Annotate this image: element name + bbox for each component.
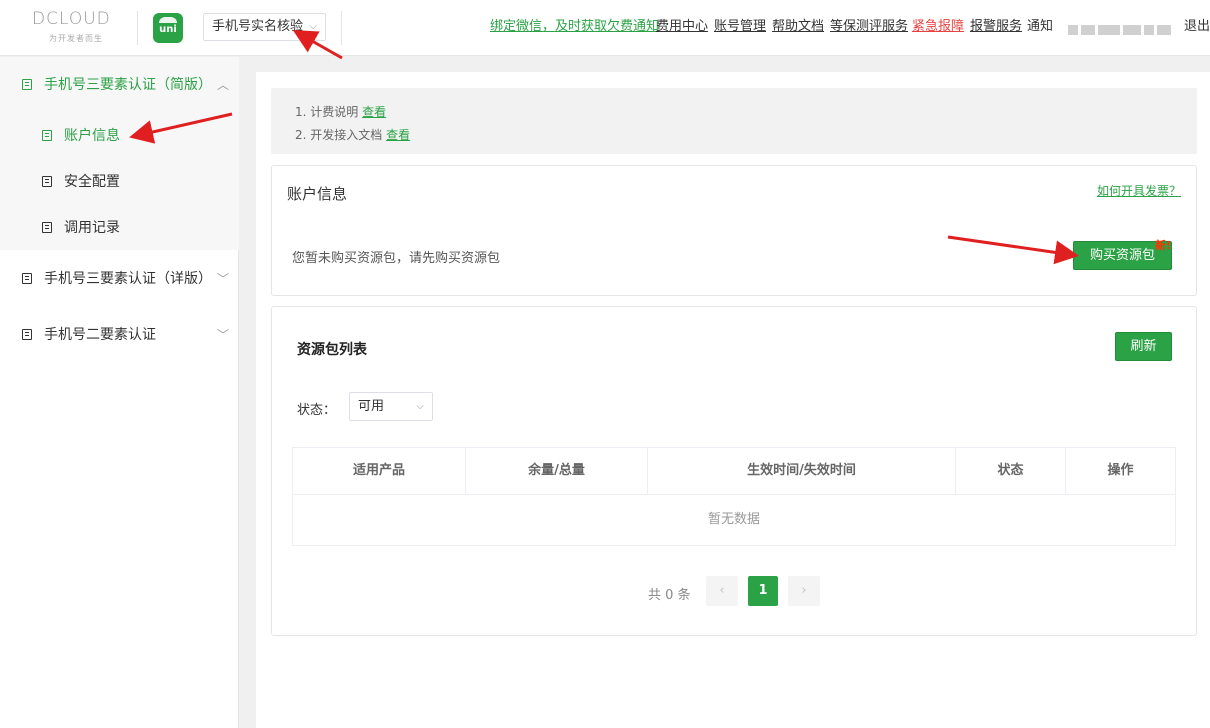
security-eval-link[interactable]: 等保测评服务 bbox=[830, 19, 908, 35]
logo-subtitle: 为开发者而生 bbox=[49, 34, 103, 43]
notice-box: 1. 计费说明 查看 2. 开发接入文档 查看 bbox=[271, 88, 1197, 154]
docs-view-link[interactable]: 查看 bbox=[386, 128, 410, 142]
sidebar: 手机号三要素认证（简版） ︿ 账户信息 安全配置 调用记录 手机号三要素认证（详… bbox=[0, 57, 239, 728]
new-badge: 新! bbox=[1154, 239, 1171, 252]
sidebar-group-label: 手机号三要素认证（详版） bbox=[44, 271, 212, 287]
document-icon bbox=[42, 130, 54, 142]
empty-table-text: 暂无数据 bbox=[707, 512, 760, 527]
status-filter-select[interactable]: 可用 ⌵ bbox=[349, 392, 433, 421]
header-divider bbox=[137, 11, 138, 45]
app-select-value: 手机号实名核验 bbox=[212, 19, 304, 34]
top-header: DCLOUD 为开发者而生 uni 手机号实名核验 ⌵ 绑定微信，及时获取欠费通… bbox=[0, 0, 1210, 56]
account-mgmt-link[interactable]: 账号管理 bbox=[714, 19, 766, 35]
page-number-button[interactable]: 1 bbox=[748, 576, 778, 606]
chevron-down-icon: ⌵ bbox=[309, 21, 317, 32]
sidebar-group-simple[interactable]: 手机号三要素认证（简版） ︿ bbox=[0, 65, 239, 105]
header-divider bbox=[341, 11, 342, 45]
pagination-total: 共 0 条 bbox=[648, 588, 691, 603]
uni-app-icon[interactable]: uni bbox=[153, 13, 183, 43]
chevron-down-icon: ﹀ bbox=[216, 328, 229, 342]
chevron-down-icon: ﹀ bbox=[216, 272, 229, 286]
package-table: 适用产品 余量/总量 生效时间/失效时间 状态 操作 暂无数据 bbox=[292, 447, 1176, 546]
app-select[interactable]: 手机号实名核验 ⌵ bbox=[203, 13, 326, 41]
package-list-card: 资源包列表 刷新 状态： 可用 ⌵ 适用产品 余量/总量 生效时间/失效时间 状… bbox=[271, 306, 1197, 636]
sidebar-group-detailed[interactable]: 手机号三要素认证（详版） ﹀ bbox=[0, 259, 239, 299]
sidebar-item-account-info[interactable]: 账户信息 bbox=[0, 116, 239, 156]
document-icon bbox=[22, 329, 34, 341]
table-header: 适用产品 余量/总量 生效时间/失效时间 状态 操作 bbox=[293, 448, 1175, 495]
dcloud-logo[interactable]: DCLOUD 为开发者而生 bbox=[32, 9, 124, 45]
document-icon bbox=[42, 176, 54, 188]
alarm-service-link[interactable]: 报警服务 bbox=[970, 19, 1022, 35]
chevron-down-icon: ⌵ bbox=[416, 401, 424, 412]
no-package-message: 您暂未购买资源包，请先购买资源包 bbox=[292, 251, 501, 266]
card-title: 资源包列表 bbox=[297, 342, 367, 358]
column-header: 适用产品 bbox=[293, 448, 466, 494]
sidebar-group-two-factor[interactable]: 手机号二要素认证 ﹀ bbox=[0, 315, 239, 355]
logo-text: DCLOUD bbox=[32, 9, 111, 29]
bind-wechat-link[interactable]: 绑定微信，及时获取欠费通知 bbox=[490, 19, 659, 35]
notice-line-docs: 2. 开发接入文档 查看 bbox=[295, 128, 411, 142]
card-title: 账户信息 bbox=[287, 185, 348, 203]
notice-link[interactable]: 通知 bbox=[1027, 19, 1053, 35]
sidebar-group-label: 手机号二要素认证 bbox=[44, 327, 156, 343]
emergency-link[interactable]: 紧急报障 bbox=[912, 19, 964, 35]
sidebar-group-label: 手机号三要素认证（简版） bbox=[44, 77, 212, 93]
invoice-help-link[interactable]: 如何开具发票？ bbox=[1097, 182, 1181, 199]
column-header: 生效时间/失效时间 bbox=[648, 448, 956, 494]
sidebar-item-label: 调用记录 bbox=[64, 220, 120, 236]
help-docs-link[interactable]: 帮助文档 bbox=[772, 19, 824, 35]
logout-link[interactable]: 退出 bbox=[1184, 19, 1210, 35]
document-icon bbox=[22, 273, 34, 285]
column-header: 操作 bbox=[1107, 463, 1134, 478]
user-name-blurred[interactable] bbox=[1068, 22, 1176, 35]
notice-line-billing: 1. 计费说明 查看 bbox=[295, 105, 387, 119]
sidebar-item-call-records[interactable]: 调用记录 bbox=[0, 208, 239, 248]
account-info-card: 账户信息 如何开具发票？ 您暂未购买资源包，请先购买资源包 购买资源包 新! bbox=[271, 165, 1197, 296]
cost-center-link[interactable]: 费用中心 bbox=[656, 19, 708, 35]
document-icon bbox=[22, 79, 34, 91]
refresh-button[interactable]: 刷新 bbox=[1115, 332, 1172, 361]
main-content: 1. 计费说明 查看 2. 开发接入文档 查看 账户信息 如何开具发票？ 您暂未… bbox=[256, 72, 1210, 728]
column-header: 状态 bbox=[956, 448, 1066, 494]
buy-package-button[interactable]: 购买资源包 新! bbox=[1073, 239, 1172, 270]
document-icon bbox=[42, 222, 54, 234]
column-header: 余量/总量 bbox=[466, 448, 648, 494]
status-filter-label: 状态： bbox=[297, 403, 337, 418]
sidebar-item-label: 账户信息 bbox=[64, 128, 120, 144]
billing-view-link[interactable]: 查看 bbox=[362, 105, 386, 119]
prev-page-button[interactable]: ‹ bbox=[706, 576, 738, 606]
sidebar-item-label: 安全配置 bbox=[64, 174, 120, 190]
chevron-up-icon: ︿ bbox=[216, 78, 229, 92]
sidebar-item-security-config[interactable]: 安全配置 bbox=[0, 162, 239, 202]
next-page-button[interactable]: › bbox=[788, 576, 820, 606]
